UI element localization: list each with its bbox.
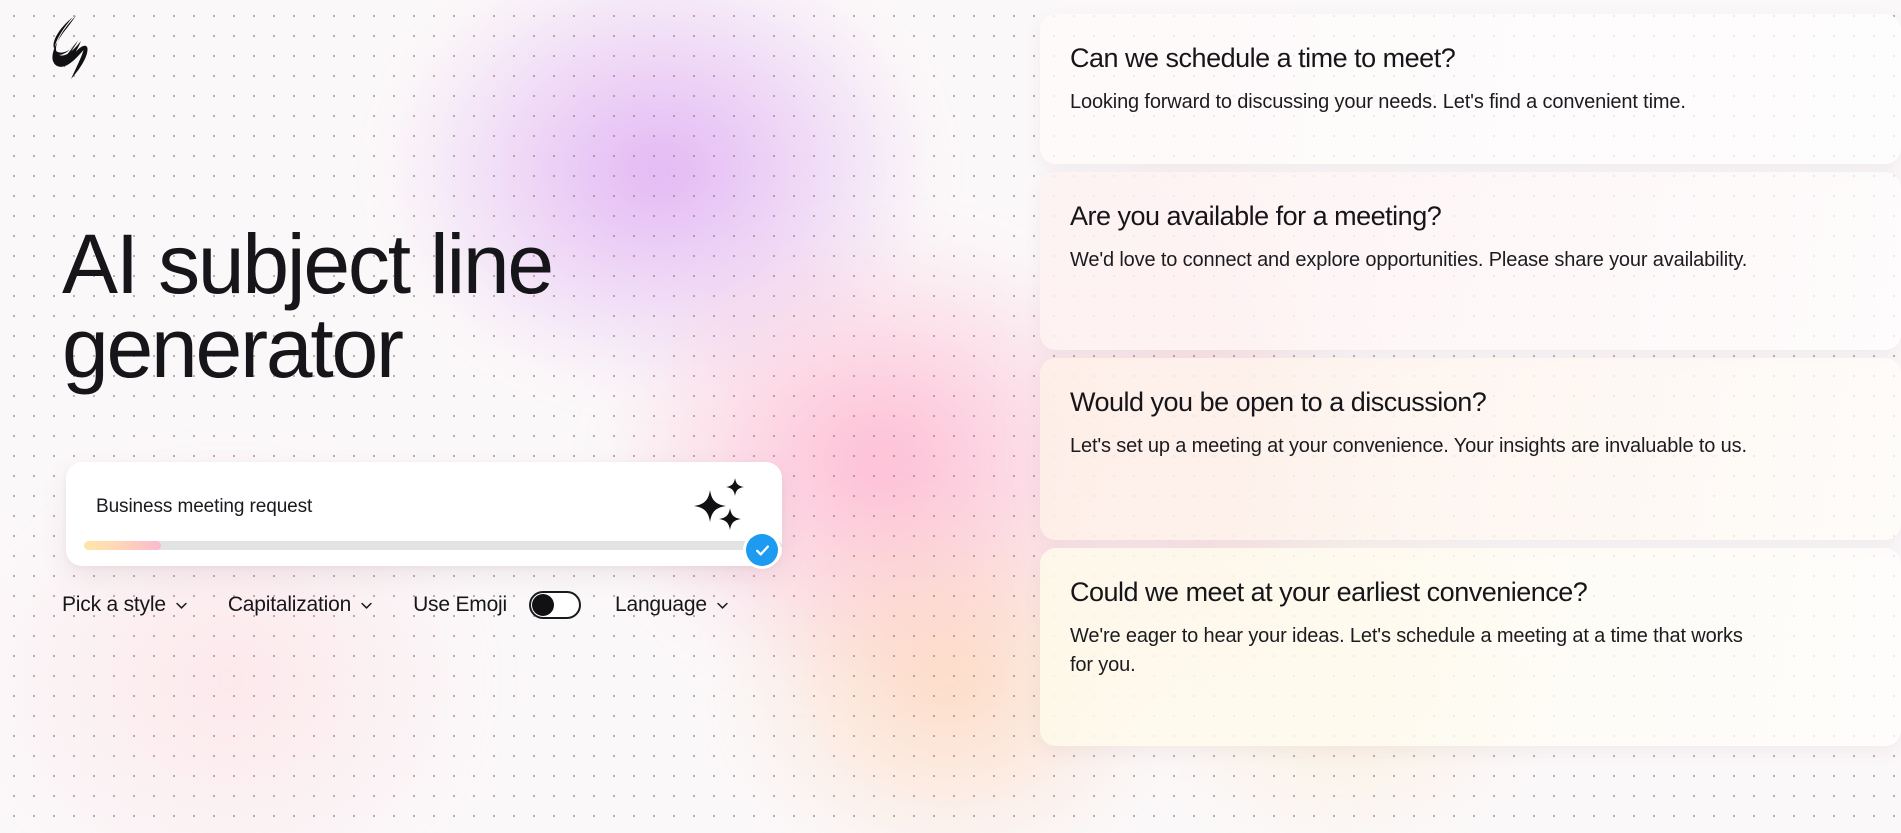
result-body: Looking forward to discussing your needs… [1070,91,1686,114]
capitalization-dropdown[interactable]: Capitalization [228,591,387,619]
generation-progress-fill [84,541,161,550]
results-list: Can we schedule a time to meet? Looking … [1040,0,1901,833]
use-emoji-control: Use Emoji [413,589,581,621]
check-circle-icon[interactable] [746,534,778,566]
result-body: We're eager to hear your ideas. Let's sc… [1070,625,1743,677]
result-card[interactable]: Would you be open to a discussion? Let's… [1040,358,1901,540]
language-dropdown[interactable]: Language [615,591,743,619]
ai-subject-line-generator-page: AI subject line generator Business meeti… [0,0,1901,833]
result-card[interactable]: Are you available for a meeting? We'd lo… [1040,172,1901,350]
use-emoji-label: Use Emoji [413,593,507,616]
pick-a-style-dropdown[interactable]: Pick a style [62,591,202,619]
chevron-down-icon [716,599,729,612]
capitalization-label: Capitalization [227,593,352,616]
hero-panel: AI subject line generator Business meeti… [62,0,882,833]
page-title: AI subject line generator [62,217,554,395]
generator-controls: Pick a style Capitalization Use Emoji La… [62,585,743,625]
result-title: Could we meet at your earliest convenien… [1070,577,1588,607]
prompt-input-card[interactable]: Business meeting request [66,462,782,566]
generation-progress-bar [84,541,782,550]
result-body: We'd love to connect and explore opportu… [1070,249,1748,272]
result-title: Are you available for a meeting? [1070,201,1442,231]
chevron-down-icon [175,599,188,612]
prompt-input[interactable]: Business meeting request [96,496,312,518]
pick-a-style-label: Pick a style [62,593,166,616]
result-title: Can we schedule a time to meet? [1070,43,1456,73]
chevron-down-icon [360,599,373,612]
use-emoji-toggle-knob [531,594,554,616]
use-emoji-toggle[interactable] [528,591,581,619]
sparkles-icon [688,476,750,538]
result-card[interactable]: Can we schedule a time to meet? Looking … [1040,14,1901,164]
result-title: Would you be open to a discussion? [1070,387,1487,417]
result-body: Let's set up a meeting at your convenien… [1070,435,1747,458]
result-card[interactable]: Could we meet at your earliest convenien… [1040,548,1901,746]
language-label: Language [614,593,707,616]
